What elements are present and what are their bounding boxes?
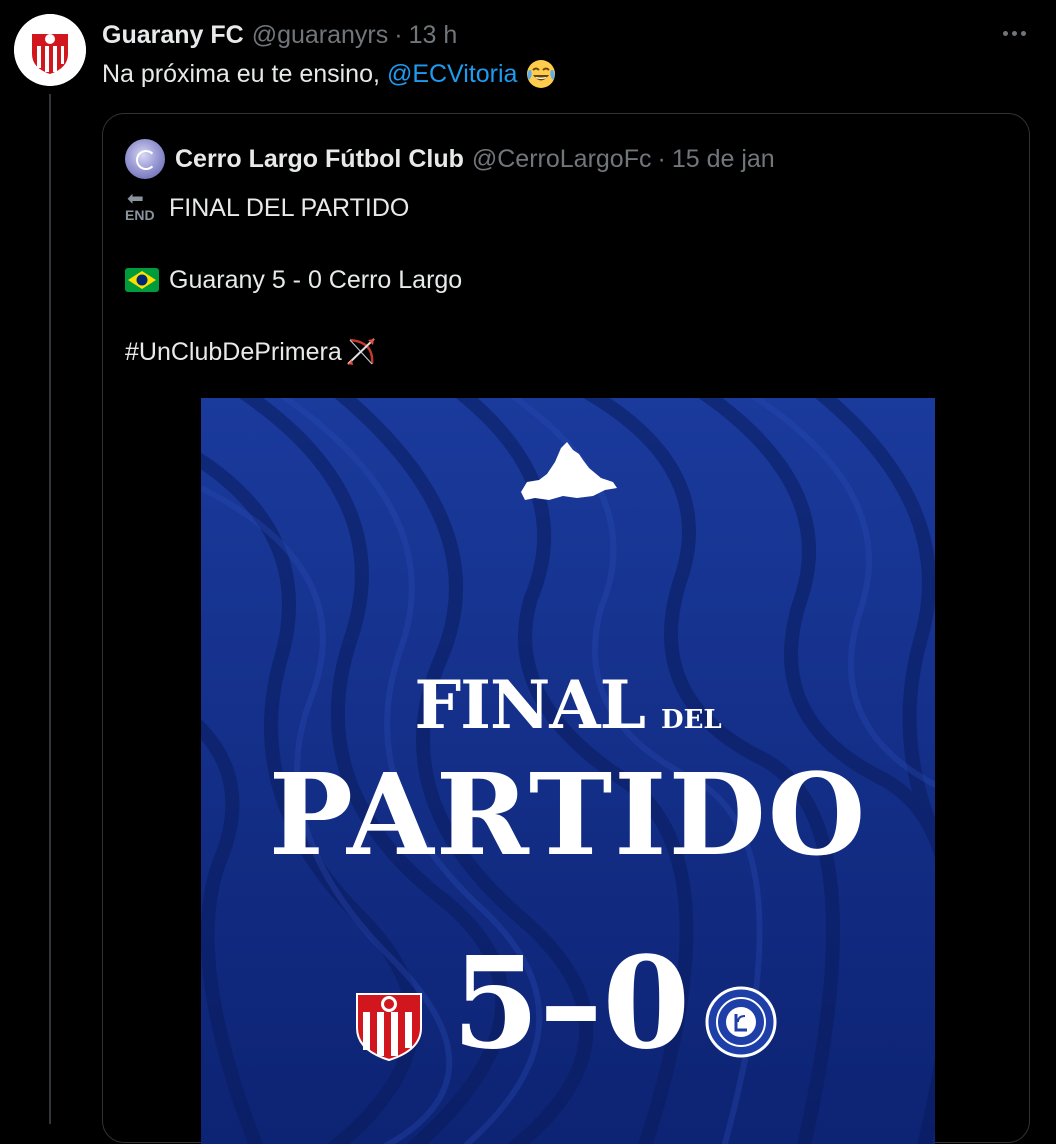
poster-title-partido: PARTIDO [268,750,868,881]
quoted-line-score: Guarany 5 - 0 Cerro Largo [125,262,462,298]
quoted-tweet-header: Cerro Largo Fútbol Club @CerroLargoFc · … [125,138,775,180]
separator-dot: · [394,20,403,49]
mention-link[interactable]: @ECVitoria [387,60,518,89]
cerro-largo-crest-icon [705,986,777,1058]
guarany-crest-icon [14,14,86,86]
tweet-media-image[interactable]: FINAL DEL PARTIDO 5–0 [201,398,935,1144]
quoted-tweet-card[interactable]: Cerro Largo Fútbol Club @CerroLargoFc · … [102,113,1030,1144]
end-arrow-icon: ⬅ END [125,188,155,223]
quoted-author-name: Cerro Largo Fútbol Club [175,144,464,173]
laughing-crying-emoji-icon [525,58,557,90]
tweet-time[interactable]: 13 h [409,21,458,50]
quoted-line-hashtag: #UnClubDePrimera [125,334,378,370]
separator-dot: · [657,144,666,173]
more-dot [1002,30,1008,36]
poster-title-final: FINAL DEL [414,666,722,744]
poster-score: 5–0 [451,929,691,1077]
quoted-score-text: Guarany 5 - 0 Cerro Largo [169,265,463,294]
poster-score-row: 5–0 [201,938,935,1068]
author-handle[interactable]: @guaranyrs [252,21,389,50]
tweet-text: Na próxima eu te ensino, @ECVitoria [102,56,557,92]
bow-and-arrow-icon [347,338,375,365]
mountain-logo-icon [521,442,617,500]
tweet-body: Na próxima eu te ensino, [102,59,380,88]
hashtag-link[interactable]: #UnClubDePrimera [125,338,342,367]
quoted-author-handle: @CerroLargoFc [471,144,652,173]
author-avatar[interactable] [14,14,86,86]
more-options-button[interactable] [996,20,1032,46]
more-dot [1011,30,1017,36]
thread-line [49,94,51,1124]
more-dot [1020,30,1026,36]
quoted-tweet-date: 15 de jan [671,144,775,173]
quoted-final-text: FINAL DEL PARTIDO [169,193,410,222]
quoted-author-avatar [125,139,165,179]
quoted-line-final: ⬅ END FINAL DEL PARTIDO [125,188,409,228]
author-name[interactable]: Guarany FC [102,21,244,50]
tweet-header: Guarany FC @guaranyrs · 13 h [102,18,457,52]
brazil-flag-icon [125,268,159,292]
guarany-crest-icon [356,993,422,1062]
